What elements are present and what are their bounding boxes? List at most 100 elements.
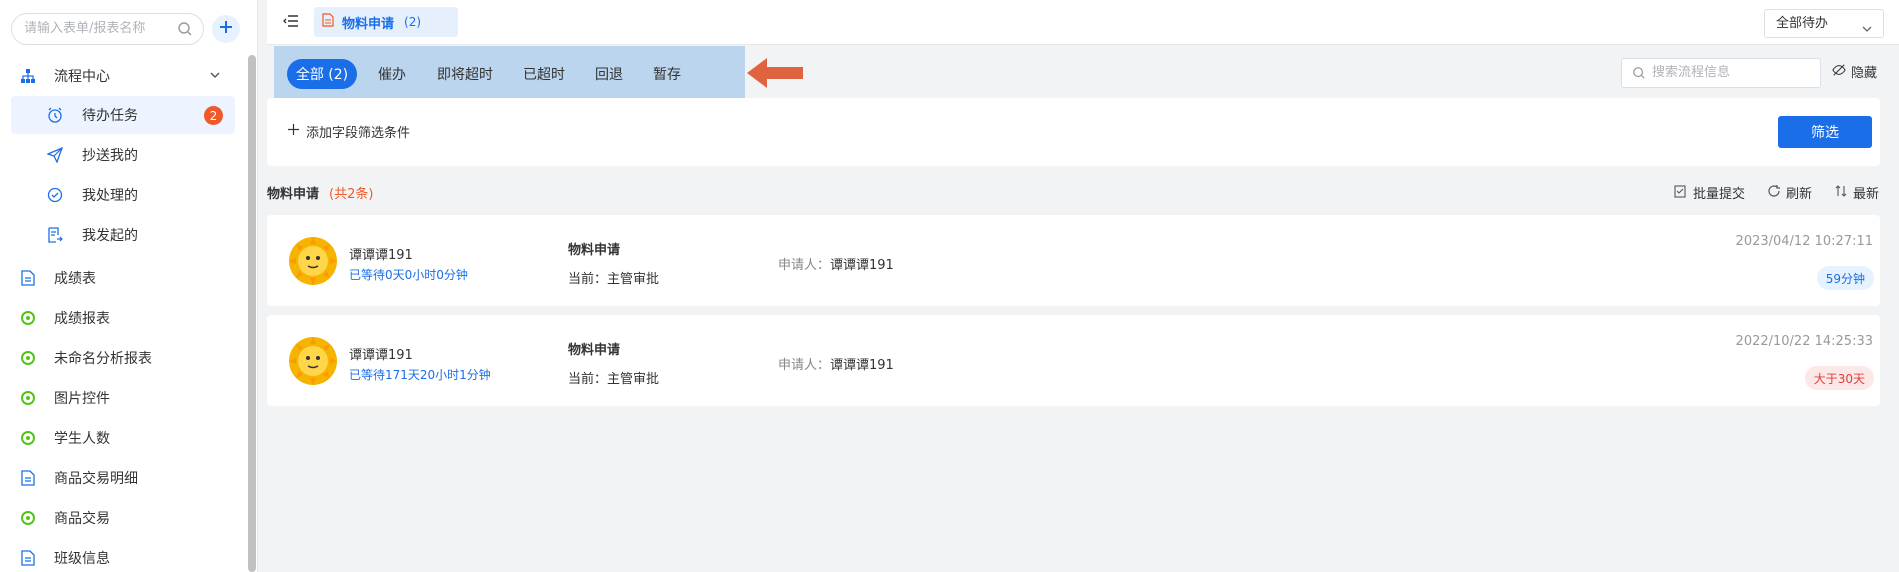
current-stage: 当前：主管审批 [568,372,660,387]
task-card[interactable]: 谭谭谭191 已等待0天0小时0分钟 物料申请 当前：主管审批 申请人：谭谭谭1… [267,215,1880,306]
add-condition-label: 添加字段筛选条件 [306,126,411,141]
applicant: 申请人：谭谭谭191 [778,354,894,373]
top-bar: 物料申请 (2) 全部待办 [267,0,1899,45]
plus-icon [287,123,300,140]
form-name: 物料申请 [568,243,621,258]
filter-tabs: 全部 (2) 催办 即将超时 已超时 回退 暂存 [274,46,745,100]
sidebar-scrollbar[interactable] [248,55,256,572]
refresh-button[interactable]: 刷新 [1767,183,1812,202]
initiator-name: 谭谭谭191 [349,348,413,363]
add-button[interactable] [212,15,240,43]
document-icon [19,469,37,487]
list-actions: 批量提交 刷新 最新 [1652,183,1879,202]
document-icon [19,549,37,567]
flow-search-input[interactable] [1652,65,1812,80]
batch-submit-button[interactable]: 批量提交 [1674,183,1745,202]
document-icon [19,269,37,287]
select-value: 全部待办 [1776,16,1829,31]
chevron-down-icon [1861,18,1873,45]
form-search-box[interactable] [11,13,204,45]
sidebar-item-initiated[interactable]: 我发起的 [11,216,235,254]
checkbox-list-icon [1674,184,1688,202]
filter-panel: 添加字段筛选条件 筛选 [267,98,1880,166]
tab-label: 物料申请 [342,16,395,32]
tab-count: (2) [404,15,422,29]
sidebar-item-label: 我处理的 [82,188,138,204]
sidebar-item-label: 成绩表 [54,271,96,287]
sidebar-item-trade-detail[interactable]: 商品交易明细 [11,459,235,497]
todo-scope-select[interactable]: 全部待办 [1764,9,1884,38]
hide-button[interactable]: 隐藏 [1832,62,1877,81]
created-time: 2022/10/22 14:25:33 [1735,334,1873,349]
refresh-label: 刷新 [1785,187,1812,202]
sidebar-item-score-report[interactable]: 成绩报表 [11,299,235,337]
add-filter-condition[interactable]: 添加字段筛选条件 [287,122,410,141]
check-circle-icon [46,186,64,204]
sidebar-item-image-control[interactable]: 图片控件 [11,379,235,417]
plus-icon [218,19,234,39]
report-icon [19,429,37,447]
todo-count-badge: 2 [204,106,223,125]
applicant-label: 申请人： [778,358,831,373]
tab-near-timeout[interactable]: 即将超时 [429,59,501,89]
sidebar-item-score-table[interactable]: 成绩表 [11,259,235,297]
search-icon[interactable] [177,21,193,37]
sidebar-item-label: 班级信息 [54,551,110,567]
sort-latest-label: 最新 [1852,187,1879,202]
list-title-text: 物料申请 [267,187,320,202]
org-chart-icon [19,67,37,85]
list-total: (共2条) [329,187,374,202]
chevron-down-icon[interactable] [209,69,221,85]
sort-latest-button[interactable]: 最新 [1834,183,1879,202]
initiator-name: 谭谭谭191 [349,248,413,263]
sidebar-item-label: 抄送我的 [82,148,138,164]
sidebar-item-unnamed-report[interactable]: 未命名分析报表 [11,339,235,377]
sidebar-item-label: 成绩报表 [54,311,110,327]
tab-timed-out[interactable]: 已超时 [515,59,573,89]
sidebar-item-flow-center[interactable]: 流程中心 [11,57,235,95]
sidebar-item-label: 学生人数 [54,431,110,447]
batch-submit-label: 批量提交 [1692,187,1745,202]
report-icon [19,349,37,367]
tab-returned[interactable]: 回退 [587,59,631,89]
applicant-label: 申请人： [778,258,831,273]
current-stage: 当前：主管审批 [568,272,660,287]
applicant-value: 谭谭谭191 [830,358,894,373]
hide-label: 隐藏 [1851,66,1878,81]
wait-duration: 已等待0天0小时0分钟 [349,268,468,282]
wait-duration: 已等待171天20小时1分钟 [349,368,491,382]
search-icon [1632,66,1646,84]
tab-urge[interactable]: 催办 [369,59,415,89]
sort-icon [1834,184,1848,202]
applicant: 申请人：谭谭谭191 [778,254,894,273]
list-title: 物料申请 (共2条) [267,183,373,202]
sidebar-item-trade[interactable]: 商品交易 [11,499,235,537]
flow-search-box[interactable] [1621,58,1821,88]
filter-button[interactable]: 筛选 [1778,116,1872,148]
clock-icon [46,106,64,124]
sidebar-item-class-info[interactable]: 班级信息 [11,539,235,572]
duration-badge: 59分钟 [1816,266,1874,290]
eye-off-icon [1832,63,1846,81]
form-name: 物料申请 [568,343,621,358]
menu-collapse-icon[interactable] [283,13,299,33]
paper-plane-icon [46,146,64,164]
report-icon [19,389,37,407]
tab-draft[interactable]: 暂存 [645,59,689,89]
form-doc-icon [322,13,334,31]
sidebar-item-label: 待办任务 [82,108,138,124]
created-time: 2023/04/12 10:27:11 [1735,234,1873,249]
sidebar-item-handled[interactable]: 我处理的 [11,176,235,214]
sidebar: 流程中心 待办任务 2 抄送我的 我处理的 我发起的 成绩表 [0,0,258,572]
form-search-input[interactable] [24,21,174,36]
sidebar-item-todo[interactable]: 待办任务 2 [11,96,235,134]
sidebar-item-label: 图片控件 [54,391,110,407]
tab-material-request[interactable]: 物料申请 (2) [314,7,458,37]
refresh-icon [1767,184,1781,202]
tab-all[interactable]: 全部 (2) [287,59,357,89]
sidebar-item-student-count[interactable]: 学生人数 [11,419,235,457]
sidebar-item-cc-me[interactable]: 抄送我的 [11,136,235,174]
sidebar-item-label: 商品交易 [54,511,110,527]
task-card[interactable]: 谭谭谭191 已等待171天20小时1分钟 物料申请 当前：主管审批 申请人：谭… [267,315,1880,406]
duration-badge: 大于30天 [1804,366,1874,390]
